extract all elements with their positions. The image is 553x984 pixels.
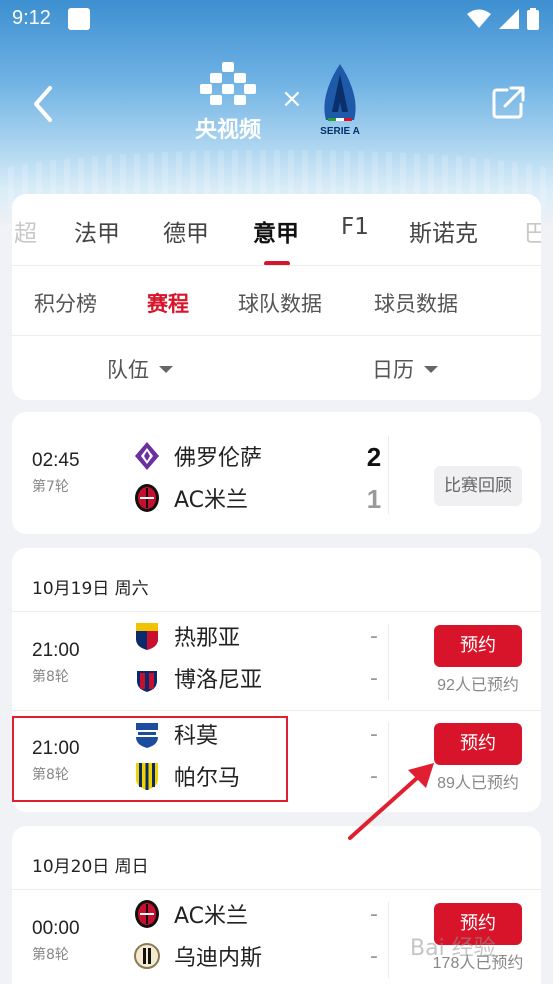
home-score: - [370, 902, 378, 927]
home-team-name: AC米兰 [174, 904, 249, 929]
date-header: 10月20日 周日 [32, 857, 149, 877]
reserve-count: 89人已预约 [437, 775, 519, 792]
status-time: 9:12 [12, 7, 51, 29]
match-card: 02:45 第7轮 佛罗伦萨 AC米兰 2 1 比赛回顾 [12, 412, 541, 534]
battery-icon [527, 8, 539, 30]
home-score: 2 [366, 442, 382, 472]
home-team-name: 佛罗伦萨 [174, 446, 263, 471]
notification-icon [68, 8, 90, 30]
away-team: 乌迪内斯 [134, 940, 262, 972]
serie-a-logo: SERIE A [320, 64, 360, 137]
status-bar: 9:12 [0, 0, 553, 38]
udinese-badge-icon [134, 943, 160, 969]
tab-player-stats[interactable]: 球员数据 [374, 288, 458, 318]
reserve-count: 92人已预约 [437, 677, 519, 694]
chevron-down-icon [159, 365, 173, 373]
match-round: 第7轮 [32, 479, 69, 495]
divider [388, 902, 389, 978]
away-team: AC米兰 [134, 482, 248, 514]
home-team: 佛罗伦萨 [134, 440, 262, 472]
cctv-logo: 央视频 [190, 62, 266, 143]
ac-milan-badge-icon [135, 484, 159, 512]
match-review-button[interactable]: 比赛回顾 [434, 466, 522, 506]
reserve-button[interactable]: 预约 [434, 625, 522, 667]
signal-icon [499, 9, 519, 29]
away-team-name: 乌迪内斯 [174, 946, 263, 971]
home-score: - [370, 722, 378, 747]
highlight-box [12, 716, 288, 802]
match-time: 21:00 [32, 640, 80, 661]
tab-bundesliga[interactable]: 德甲 [163, 214, 209, 248]
tab-f1[interactable]: F1 [341, 214, 369, 240]
tab-premier-league[interactable]: 超 [14, 214, 37, 248]
share-icon[interactable] [491, 84, 527, 120]
genoa-badge-icon [136, 623, 158, 650]
league-tabs: 超 法甲 德甲 意甲 F1 斯诺克 巴 [12, 194, 541, 266]
tab-standings[interactable]: 积分榜 [34, 288, 97, 318]
ac-milan-badge-icon [135, 900, 159, 928]
tab-ligue-1[interactable]: 法甲 [74, 214, 120, 248]
brand-label: 央视频 [194, 118, 261, 143]
home-score: - [370, 624, 378, 649]
match-time: 02:45 [32, 450, 80, 471]
chevron-down-icon [424, 365, 438, 373]
tab-more[interactable]: 巴 [524, 214, 541, 248]
tab-team-stats[interactable]: 球队数据 [238, 288, 322, 318]
bologna-badge-icon [137, 665, 157, 692]
cctv-logo-mark-icon [200, 62, 256, 105]
back-arrow-icon[interactable] [28, 84, 62, 124]
times-sign: × [281, 84, 303, 114]
watermark: Bai 经验 [410, 936, 496, 961]
reserve-button[interactable]: 预约 [434, 723, 522, 765]
team-filter[interactable]: 队伍 [107, 354, 173, 384]
away-team-name: 博洛尼亚 [174, 668, 263, 693]
status-icons [467, 8, 539, 30]
match-row[interactable]: 02:45 第7轮 佛罗伦萨 AC米兰 2 1 比赛回顾 [12, 422, 541, 520]
date-header: 10月19日 周六 [32, 579, 149, 599]
calendar-filter[interactable]: 日历 [372, 354, 438, 384]
match-row[interactable]: 21:00 第8轮 热那亚 博洛尼亚 - - 预约 92人已预约 [12, 612, 541, 710]
tab-snooker[interactable]: 斯诺克 [409, 214, 478, 248]
serie-a-label: SERIE A [320, 126, 360, 137]
wifi-icon [467, 9, 491, 28]
tab-schedule[interactable]: 赛程 [147, 288, 189, 318]
away-score: 1 [366, 484, 382, 514]
home-team-name: 热那亚 [174, 626, 241, 651]
tab-serie-a[interactable]: 意甲 [253, 214, 299, 248]
away-team: 博洛尼亚 [134, 662, 262, 694]
away-team-name: AC米兰 [174, 488, 249, 513]
match-round: 第8轮 [32, 947, 69, 963]
match-time: 00:00 [32, 918, 80, 939]
divider [388, 624, 389, 700]
navigation-card: 超 法甲 德甲 意甲 F1 斯诺克 巴 积分榜 赛程 球队数据 球员数据 队伍 … [12, 194, 541, 400]
pointer-arrow-icon [348, 763, 434, 840]
filters: 队伍 日历 [12, 336, 541, 400]
match-round: 第8轮 [32, 669, 69, 685]
divider [388, 436, 389, 514]
home-team: AC米兰 [134, 898, 248, 930]
sub-tabs: 积分榜 赛程 球队数据 球员数据 [12, 266, 541, 336]
calendar-filter-label: 日历 [372, 358, 414, 382]
home-team: 热那亚 [134, 620, 240, 652]
team-filter-label: 队伍 [107, 358, 149, 382]
fiorentina-badge-icon [135, 442, 159, 470]
away-score: - [370, 666, 378, 691]
away-score: - [370, 944, 378, 969]
